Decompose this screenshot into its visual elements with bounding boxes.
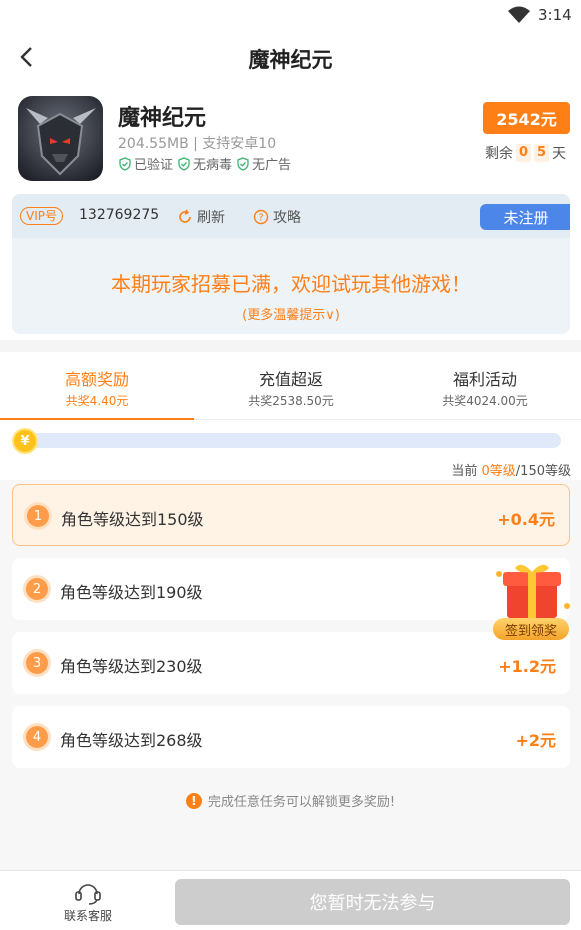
- header: 魔神纪元: [0, 32, 581, 82]
- task-reward: +0.4元: [497, 510, 555, 529]
- level-text: 当前 0等级/150等级: [451, 460, 571, 479]
- status-bar: 3:14: [0, 0, 581, 32]
- question-circle-icon: ?: [253, 209, 269, 225]
- unlock-tip-text: 完成任意任务可以解锁更多奖励!: [207, 795, 396, 810]
- customer-service-button[interactable]: 联系客服: [55, 879, 121, 924]
- game-info-card: 魔神纪元 204.55MB | 支持安卓10 已验证 无病毒 无广告 2542元…: [0, 82, 581, 188]
- gift-box-icon: [496, 564, 570, 618]
- tab-subtitle: 共奖4.40元: [65, 394, 129, 408]
- svg-text:?: ?: [258, 213, 263, 224]
- gift-label: 签到领奖: [493, 618, 569, 640]
- join-button[interactable]: 您暂时无法参与: [175, 879, 570, 925]
- remain-digit: 0: [516, 144, 531, 162]
- task-reward: +2元: [515, 731, 556, 750]
- game-badges: 已验证 无病毒 无广告: [118, 154, 291, 173]
- wifi-icon: [508, 6, 530, 23]
- tab-recharge-rebate[interactable]: 充值超返 共奖2538.50元: [194, 352, 388, 420]
- task-item[interactable]: 3 角色等级达到230级 +1.2元: [12, 632, 570, 694]
- level-total: /150等级: [515, 464, 571, 479]
- sign-in-gift-button[interactable]: 签到领奖: [493, 560, 573, 644]
- remain-prefix: 剩余: [485, 146, 513, 162]
- coin-icon: ¥: [12, 428, 38, 454]
- tab-high-reward[interactable]: 高额奖励 共奖4.40元: [0, 352, 194, 421]
- tab-title: 充值超返: [258, 370, 323, 389]
- badge-no-ads: 无广告: [236, 154, 291, 173]
- recruit-full-message: 本期玩家招募已满，欢迎试玩其他游戏！: [111, 272, 471, 296]
- progress-track: [22, 433, 561, 448]
- task-number: 2: [26, 578, 48, 600]
- badge-no-virus: 无病毒: [177, 154, 232, 173]
- task-number: 3: [26, 652, 48, 674]
- vip-tag: VIP号: [20, 207, 63, 225]
- badge-verified: 已验证: [118, 154, 173, 173]
- unlock-tip: ! 完成任意任务可以解锁更多奖励!: [0, 791, 581, 810]
- task-label: 角色等级达到150级: [61, 510, 204, 529]
- badge-label: 无病毒: [193, 158, 233, 173]
- remain-digit: 5: [534, 144, 549, 162]
- reward-tabs: 高额奖励 共奖4.40元 充值超返 共奖2538.50元 福利活动 共奖4024…: [0, 352, 581, 421]
- game-name: 魔神纪元: [118, 106, 207, 131]
- info-icon: !: [185, 792, 202, 809]
- remain-suffix: 天: [552, 146, 566, 162]
- support-label: 联系客服: [63, 909, 112, 923]
- task-label: 角色等级达到190级: [60, 583, 203, 602]
- shield-check-icon: [119, 156, 131, 171]
- refresh-icon: [179, 209, 191, 223]
- vip-section: VIP号 132769275 刷新 ? 攻略 未注册 本期玩家招募已满，欢迎试玩…: [0, 188, 581, 340]
- tab-subtitle: 共奖4024.00元: [442, 394, 528, 408]
- bottom-bar: 联系客服 您暂时无法参与: [0, 870, 581, 930]
- task-label: 角色等级达到230级: [60, 657, 203, 676]
- tab-subtitle: 共奖2538.50元: [248, 394, 334, 408]
- badge-label: 无广告: [252, 158, 292, 173]
- task-item[interactable]: 1 角色等级达到150级 +0.4元: [12, 484, 570, 546]
- clock: 3:14: [538, 6, 572, 24]
- refresh-button[interactable]: 刷新: [177, 207, 225, 227]
- total-reward-button[interactable]: 2542元: [483, 102, 570, 134]
- vip-id[interactable]: 132769275: [79, 207, 159, 223]
- task-item[interactable]: 2 角色等级达到190级: [12, 558, 570, 620]
- game-icon[interactable]: [18, 96, 103, 181]
- task-number: 1: [27, 505, 49, 527]
- task-reward: +1.2元: [498, 657, 556, 676]
- level-current: 0等级: [481, 464, 516, 479]
- task-label: 角色等级达到268级: [60, 731, 203, 750]
- level-prefix: 当前: [451, 464, 482, 479]
- page-title: 魔神纪元: [248, 48, 333, 72]
- guide-button[interactable]: ? 攻略: [253, 207, 301, 227]
- vip-row: VIP号 132769275 刷新 ? 攻略 未注册: [12, 194, 570, 238]
- vip-box: VIP号 132769275 刷新 ? 攻略 未注册 本期玩家招募已满，欢迎试玩…: [12, 194, 570, 334]
- tab-title: 福利活动: [452, 370, 517, 389]
- level-progress: ¥ 当前 0等级/150等级: [0, 420, 581, 480]
- badge-label: 已验证: [134, 158, 174, 173]
- headset-icon: [75, 884, 101, 905]
- more-tips-link[interactable]: (更多温馨提示∨): [12, 304, 570, 323]
- tab-welfare-activity[interactable]: 福利活动 共奖4024.00元: [388, 352, 581, 420]
- refresh-label: 刷新: [197, 210, 225, 226]
- unregistered-badge[interactable]: 未注册: [480, 204, 570, 230]
- game-meta: 204.55MB | 支持安卓10: [118, 136, 277, 152]
- shield-check-icon: [178, 156, 190, 171]
- shield-check-icon: [237, 156, 249, 171]
- remaining-days: 剩余 0 5 天: [485, 143, 566, 163]
- guide-label: 攻略: [273, 210, 301, 226]
- task-number: 4: [26, 726, 48, 748]
- tab-title: 高额奖励: [64, 370, 129, 389]
- task-item[interactable]: 4 角色等级达到268级 +2元: [12, 706, 570, 768]
